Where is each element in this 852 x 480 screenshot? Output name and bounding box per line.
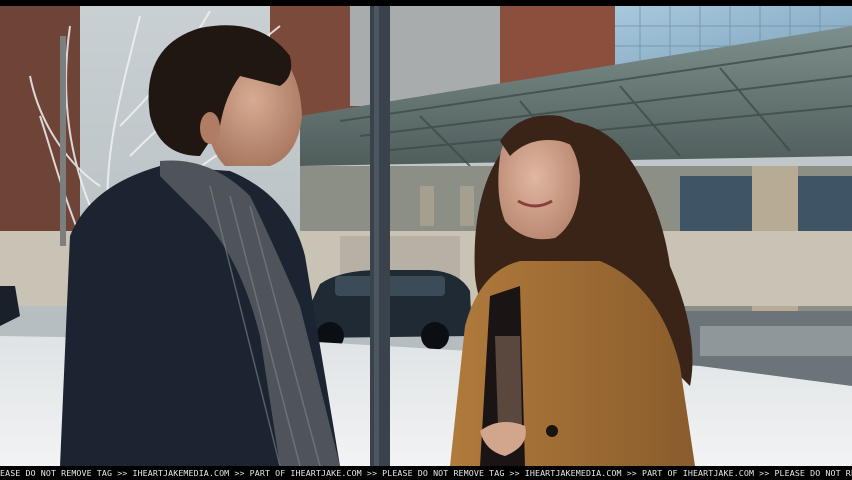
man-ear <box>200 112 220 144</box>
light-pole <box>60 36 66 246</box>
scene <box>0 6 852 466</box>
foreground-pole <box>370 6 390 466</box>
watermark-text: EASE DO NOT REMOVE TAG >> IHEARTJAKEMEDI… <box>0 468 852 478</box>
film-still: EASE DO NOT REMOVE TAG >> IHEARTJAKEMEDI… <box>0 0 852 480</box>
coat-button <box>546 425 558 437</box>
